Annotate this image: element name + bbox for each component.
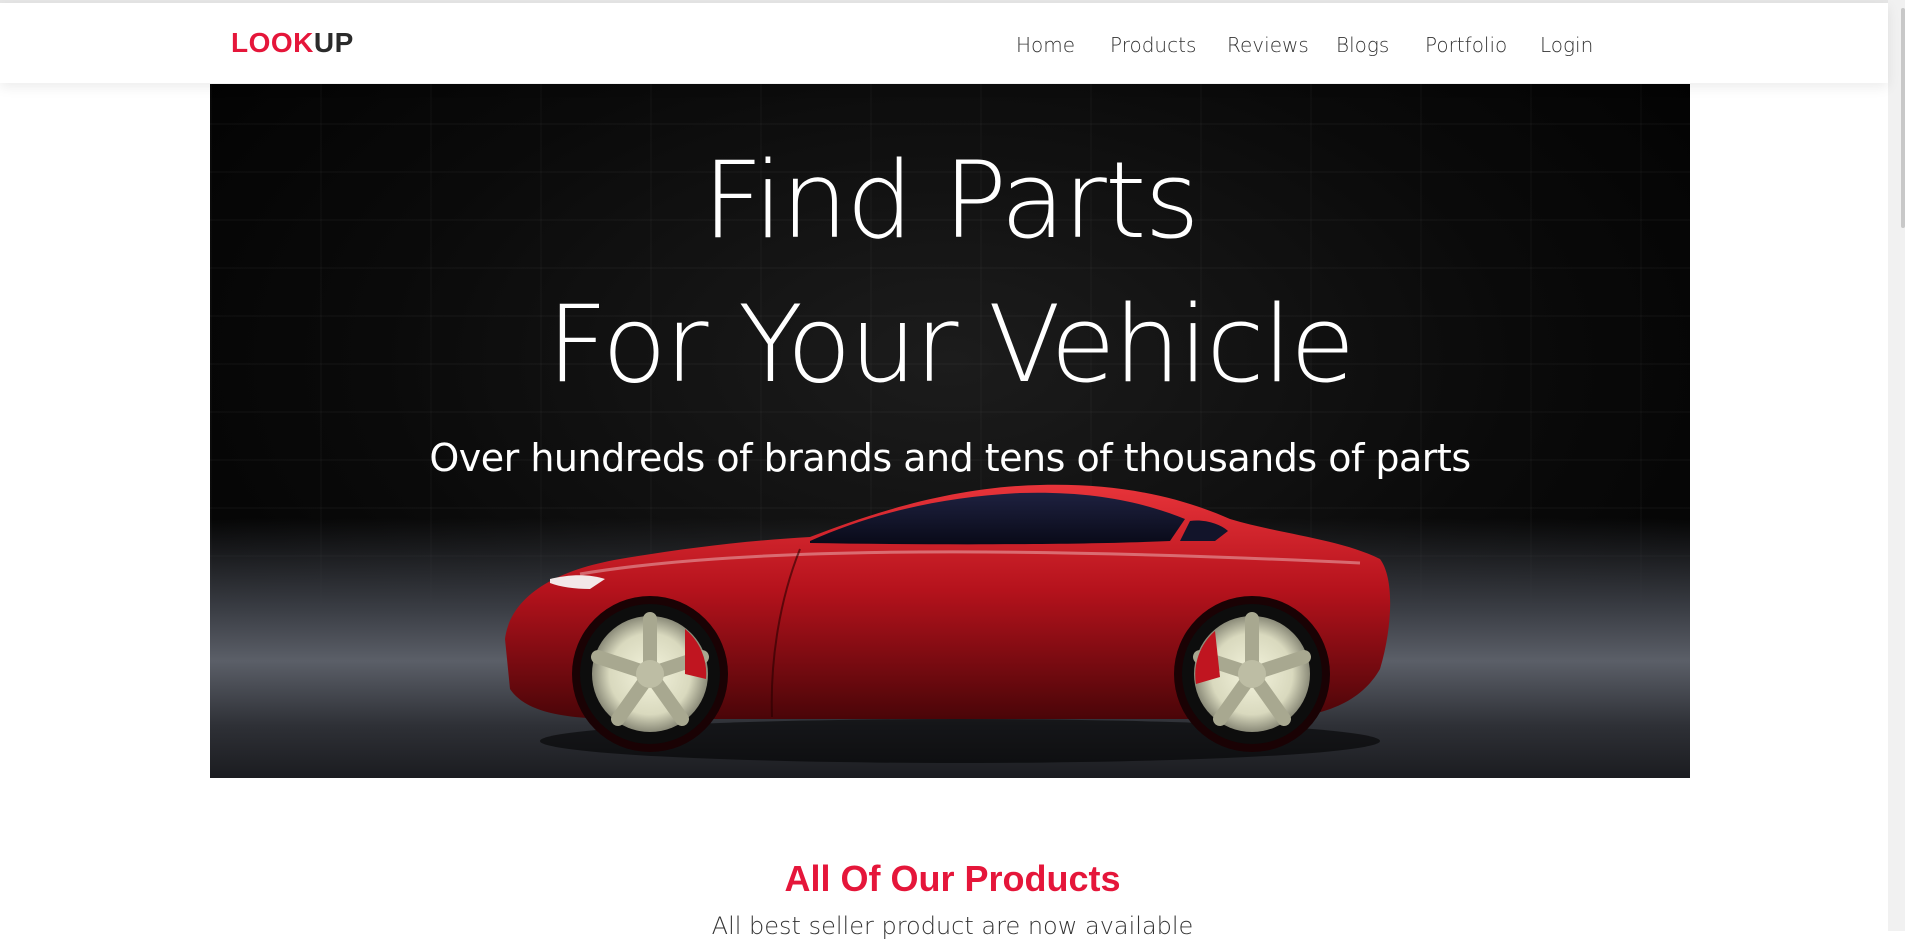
nav-link-reviews[interactable]: Reviews: [1227, 33, 1309, 57]
nav-link-blogs[interactable]: Blogs: [1336, 33, 1389, 57]
products-section-title: All Of Our Products: [784, 858, 1121, 899]
red-sports-car-image: [505, 484, 1391, 763]
brand-logo[interactable]: LOOKUP: [231, 27, 354, 59]
nav-link-portfolio[interactable]: Portfolio: [1425, 33, 1507, 57]
navbar: LOOKUP Home Products Reviews Blogs Portf…: [0, 3, 1888, 83]
brand-logo-part2: UP: [313, 27, 354, 58]
products-section-subtitle: All best seller product are now availabl…: [711, 912, 1194, 940]
nav-link-home[interactable]: Home: [1016, 33, 1075, 57]
hero-title-line1: Find Parts: [702, 139, 1199, 262]
hero-banner: Find Parts For Your Vehicle Over hundred…: [210, 84, 1690, 778]
brand-logo-part1: LOOK: [231, 27, 314, 58]
nav-link-login[interactable]: Login: [1540, 33, 1593, 57]
page-scrollbar-thumb[interactable]: [1901, 8, 1905, 228]
hero-title-line2: For Your Vehicle: [546, 283, 1355, 406]
nav-link-products[interactable]: Products: [1110, 33, 1196, 57]
hero-subtitle: Over hundreds of brands and tens of thou…: [429, 436, 1471, 480]
